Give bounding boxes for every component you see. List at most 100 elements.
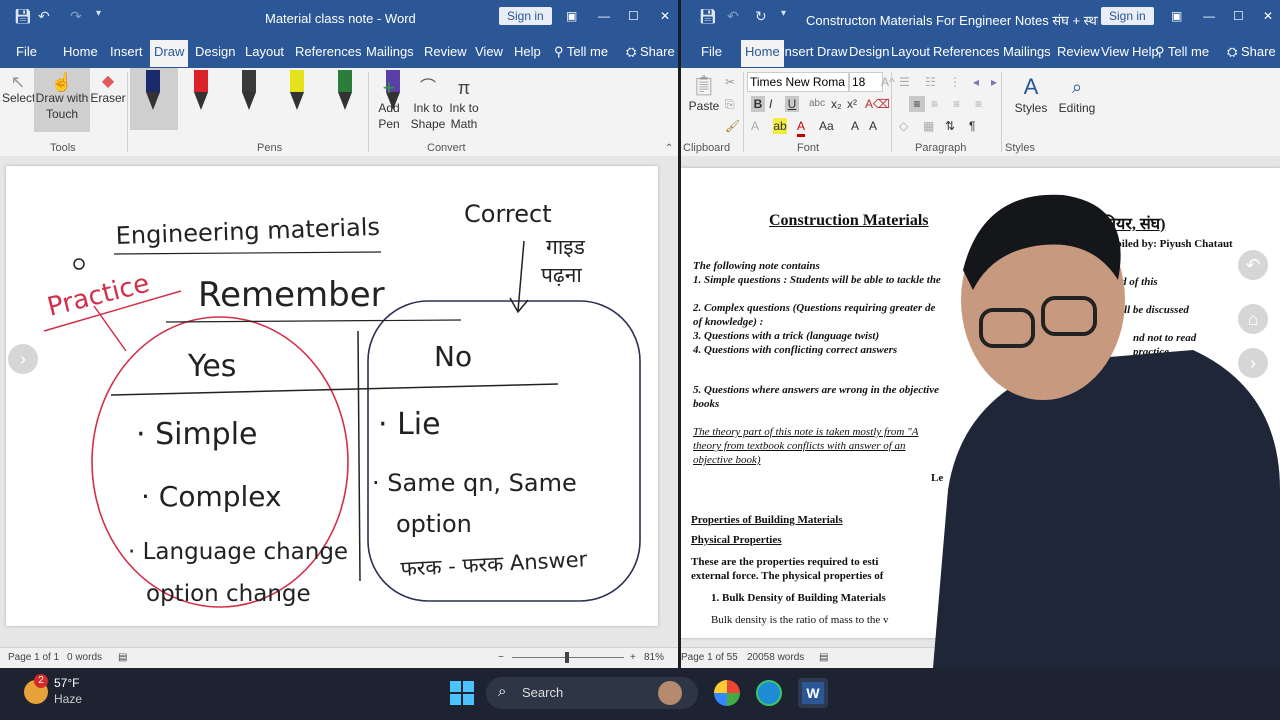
font-color-icon[interactable]: A [797,118,806,137]
tab-references[interactable]: References [933,44,999,59]
align-left-button[interactable]: ≡ [909,96,925,112]
font-name-box[interactable]: Times New Roma [747,72,849,92]
borders-icon[interactable]: ▦ [923,118,934,134]
eraser-tool[interactable]: ◆ Eraser [90,74,126,106]
customize-toolbar-icon[interactable]: ▾ [781,8,786,19]
pen-swatch[interactable] [288,70,306,114]
prev-page-button[interactable]: › [8,344,38,374]
tab-insert[interactable]: Insert [781,44,814,59]
word-taskbar-button[interactable]: W [798,678,828,708]
save-icon[interactable]: 💾︎ [14,8,32,25]
sign-in-button[interactable]: Sign in [499,7,552,25]
redo-icon[interactable]: ↷ [70,8,82,25]
ribbon-display-icon[interactable]: ▣ [1171,9,1182,23]
superscript-icon[interactable]: x² [847,96,857,112]
pen-swatch[interactable] [192,70,210,114]
tab-home[interactable]: Home [741,40,784,67]
zoom-slider-thumb[interactable] [565,652,569,663]
customize-toolbar-icon[interactable]: ▾ [96,8,101,19]
tab-layout[interactable]: Layout [891,44,930,59]
close-button[interactable]: ✕ [1263,9,1273,23]
minimize-button[interactable]: — [598,9,610,23]
increase-indent-icon[interactable]: ▸ [991,74,997,90]
align-right-icon[interactable]: ≡ [953,96,960,112]
ink-to-math-button[interactable]: π Ink to Math [446,76,482,132]
tab-file[interactable]: File [16,44,37,59]
tell-me-search[interactable]: ⚲ Tell me [1155,44,1209,60]
pen-swatch[interactable] [336,70,354,114]
justify-icon[interactable]: ≡ [975,96,982,112]
share-button[interactable]: ⛭ Share [626,44,675,60]
shrink-font-icon[interactable]: A [869,118,877,134]
weather-desc[interactable]: Haze [54,692,82,706]
sort-icon[interactable]: ⇅ [945,118,955,134]
tell-me-search[interactable]: ⚲ Tell me [554,44,608,60]
tab-insert[interactable]: Insert [110,44,143,59]
tab-help[interactable]: Help [514,44,541,59]
tab-home[interactable]: Home [63,44,98,59]
pilcrow-icon[interactable]: ¶ [969,118,975,134]
tab-review[interactable]: Review [1057,44,1100,59]
tab-layout[interactable]: Layout [245,44,284,59]
underline-button[interactable]: U [785,96,799,112]
minimize-button[interactable]: — [1203,9,1215,23]
draw-with-touch-button[interactable]: ☝ Draw with Touch [34,68,90,132]
highlight-icon[interactable]: ab [773,118,787,134]
pen-swatch[interactable] [240,70,258,114]
zoom-out-icon[interactable]: − [498,652,504,663]
bold-button[interactable]: B [751,96,765,112]
taskbar-search[interactable]: ⌕ Search [486,677,698,709]
tab-view[interactable]: View [1101,44,1129,59]
redo-icon[interactable]: ↻ [755,8,767,25]
maximize-button[interactable]: ☐ [1233,9,1244,23]
maximize-button[interactable]: ☐ [628,9,639,23]
cut-icon[interactable]: ✂ [725,74,735,90]
collapse-ribbon-icon[interactable]: ⌃ [665,143,673,154]
tab-review[interactable]: Review [424,44,467,59]
align-center-icon[interactable]: ≡ [931,96,938,112]
share-button[interactable]: ⛭ Share [1227,44,1276,60]
save-icon[interactable]: 💾︎ [699,8,717,25]
select-tool[interactable]: ↖ Select [2,73,35,106]
edge-browser-icon[interactable] [756,680,782,706]
undo-icon[interactable]: ↶ [727,8,739,25]
numbering-icon[interactable]: ☷ [925,74,936,90]
styles-button[interactable]: A Styles [1011,74,1051,116]
weather-temp[interactable]: 57°F [54,676,79,690]
copy-icon[interactable]: ⎘ [725,96,735,112]
add-pen-button[interactable]: + Add Pen [372,76,406,132]
shading-icon[interactable]: ◇ [899,118,908,134]
tab-file[interactable]: File [701,44,722,59]
tab-references[interactable]: References [295,44,361,59]
font-size-box[interactable]: 18 [849,72,883,92]
ink-to-shape-button[interactable]: ⌒ Ink to Shape [410,76,446,132]
multilevel-icon[interactable]: ⋮ [949,74,961,90]
grow-font-icon-2[interactable]: A [851,118,859,134]
proofing-icon[interactable]: ▤ [118,652,127,663]
ribbon-display-icon[interactable]: ▣ [566,9,577,23]
grow-font-icon[interactable]: A^ [881,74,895,90]
pen-swatch[interactable] [144,70,162,114]
bullets-icon[interactable]: ☰ [899,74,910,90]
close-button[interactable]: ✕ [660,9,670,23]
italic-button[interactable]: I [769,96,772,112]
start-button[interactable] [450,681,474,705]
decrease-indent-icon[interactable]: ◂ [973,74,979,90]
tab-draw[interactable]: Draw [150,40,189,67]
sign-in-button[interactable]: Sign in [1101,7,1154,25]
tab-design[interactable]: Design [195,44,235,59]
zoom-in-icon[interactable]: + [630,652,636,663]
text-effects-icon[interactable]: A [751,118,759,134]
tab-draw[interactable]: Draw [817,44,847,59]
tab-view[interactable]: View [475,44,503,59]
change-case-icon[interactable]: Aa [819,118,834,134]
proofing-icon[interactable]: ▤ [819,652,828,663]
strikethrough-icon[interactable]: abc [809,96,825,112]
copilot-icon[interactable] [714,680,740,706]
editing-button[interactable]: ⌕ Editing [1053,74,1101,116]
format-painter-icon[interactable]: 🖌︎ [725,118,740,134]
undo-icon[interactable]: ↶ [38,8,50,25]
ink-note-page[interactable]: Engineering materials Correct गाइड पढ़ना… [6,166,658,626]
tab-design[interactable]: Design [849,44,889,59]
zoom-level[interactable]: 81% [644,652,664,663]
